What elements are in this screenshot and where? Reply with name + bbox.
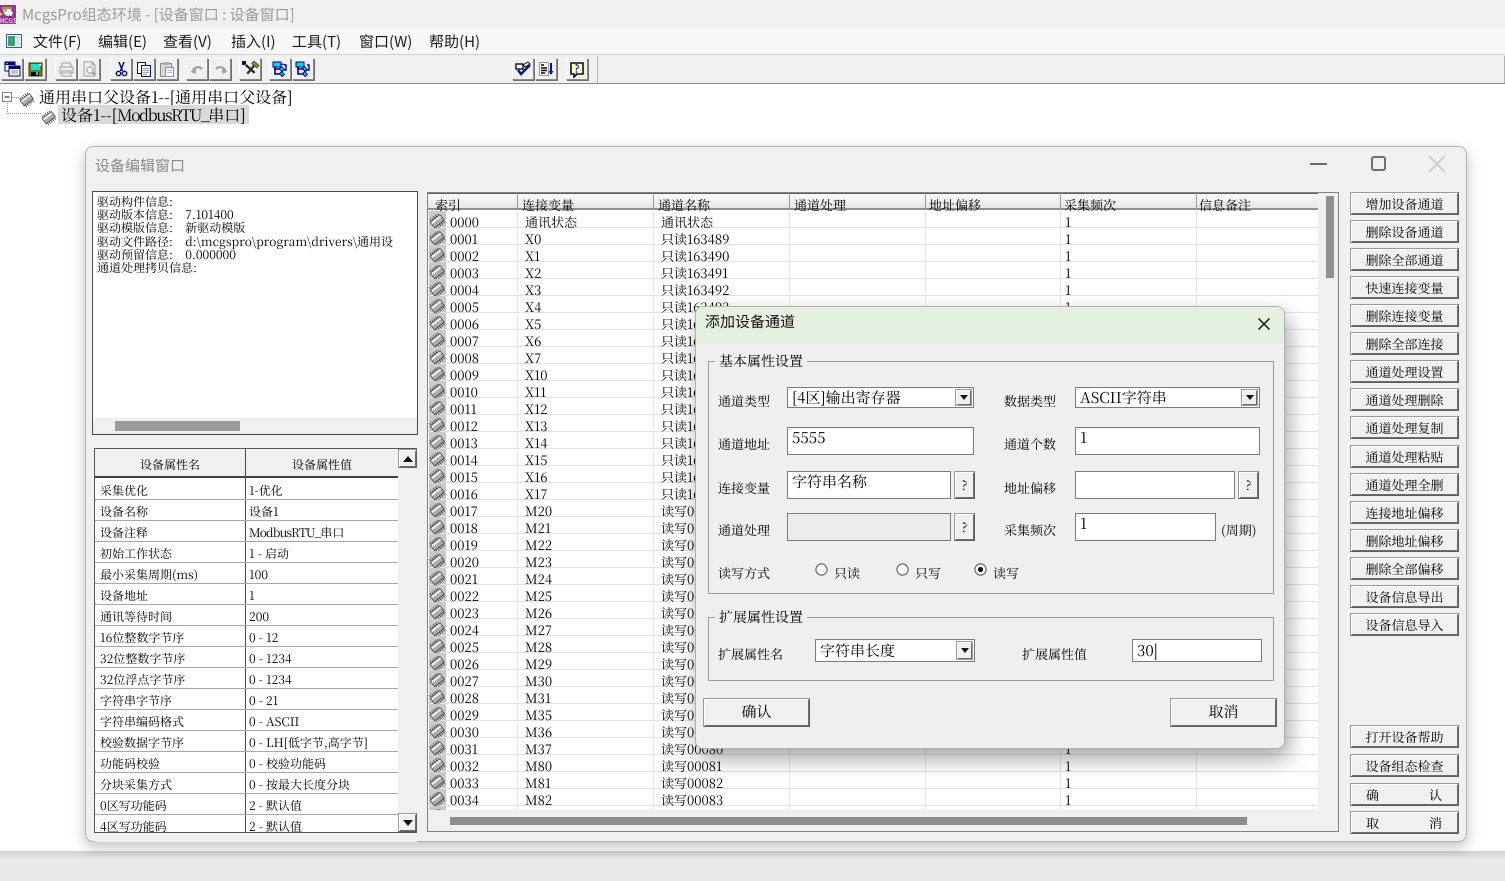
svg-text:MCGS: MCGS	[0, 15, 16, 24]
svg-text:?: ?	[575, 61, 580, 77]
